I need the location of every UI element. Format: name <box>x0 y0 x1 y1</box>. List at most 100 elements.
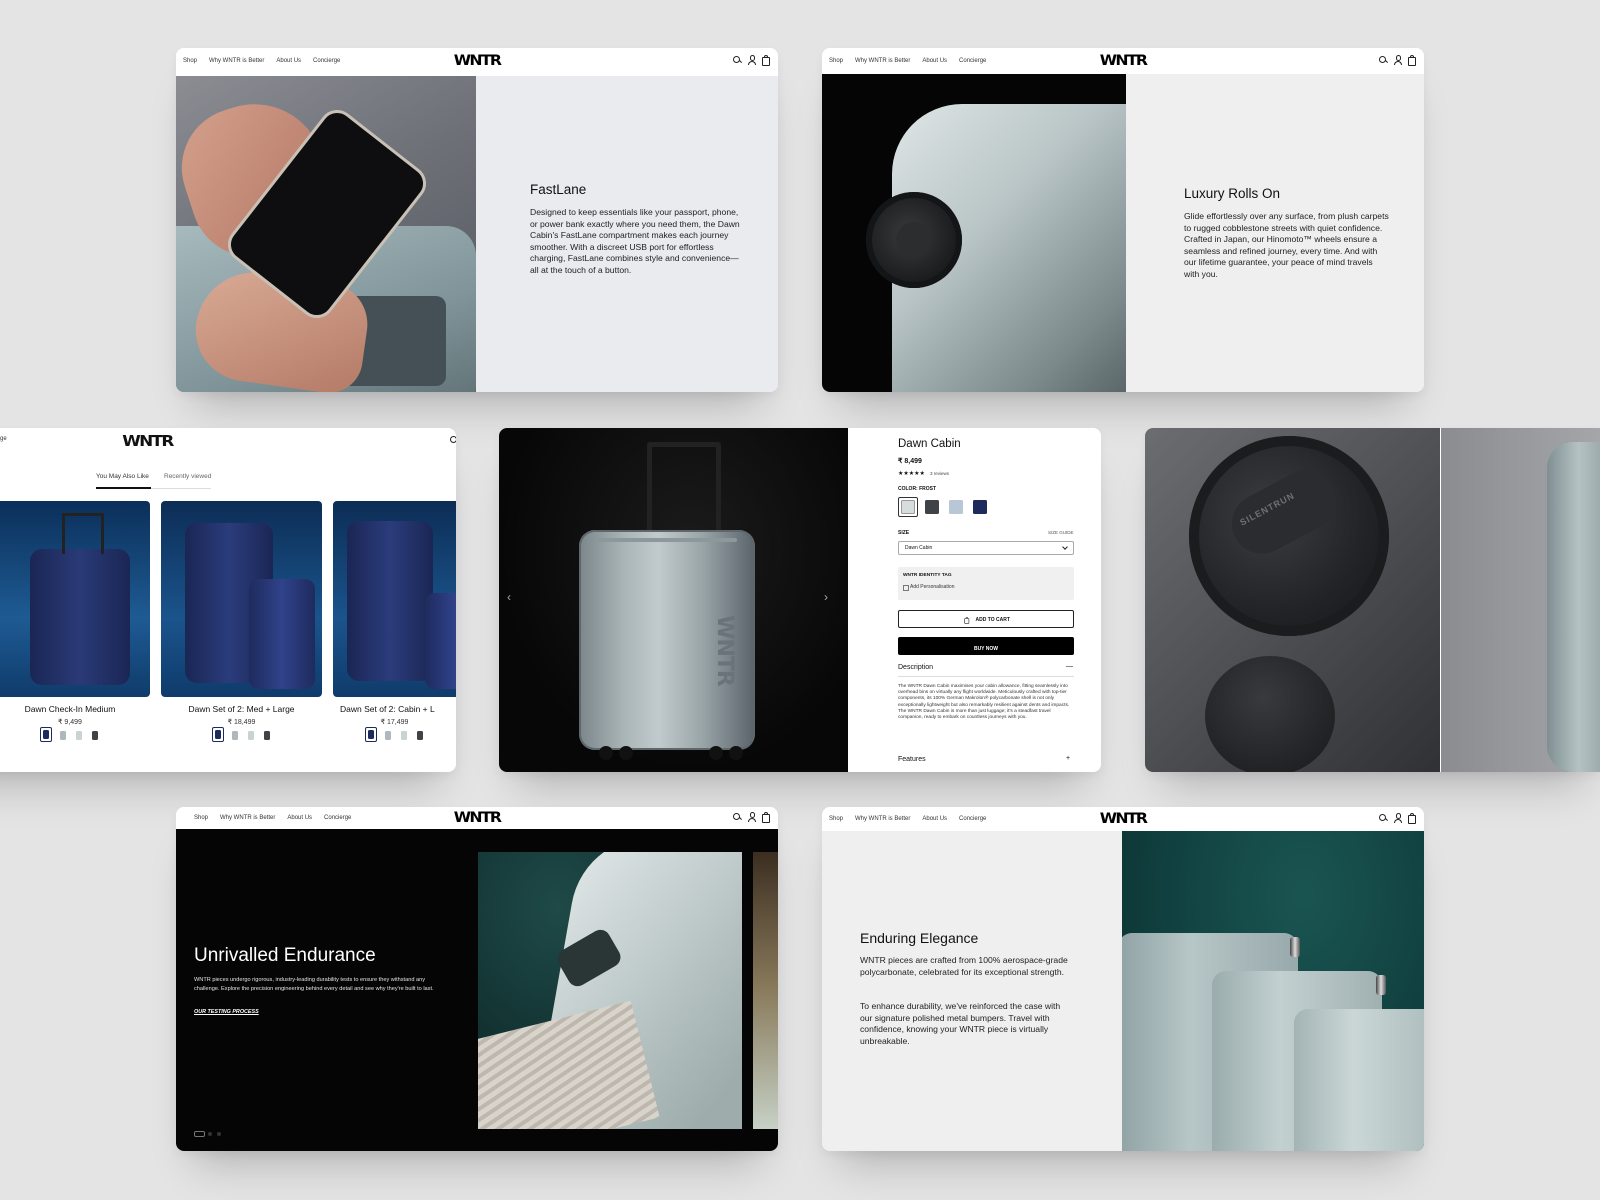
wntr-logo[interactable]: WNTR <box>1100 53 1148 69</box>
swatch-grey[interactable] <box>230 729 240 742</box>
nav-why-wntr[interactable]: Why WNTR is Better <box>220 815 275 821</box>
wntr-logo[interactable]: WNTR <box>454 810 502 826</box>
nav-concierge[interactable]: Concierge <box>313 58 340 64</box>
features-expand-icon[interactable]: + <box>1066 755 1070 762</box>
product-name[interactable]: Dawn Set of 2: Cabin + L <box>340 704 456 714</box>
swatch-grey[interactable] <box>383 729 393 742</box>
nav-shop[interactable]: Shop <box>829 58 843 64</box>
color-swatches[interactable] <box>333 727 456 747</box>
swatch-frost[interactable] <box>74 729 84 742</box>
slide-indicator[interactable] <box>208 1132 212 1136</box>
add-to-cart-button[interactable]: ADD TO CART <box>898 610 1074 628</box>
wntr-logo[interactable]: WNTR <box>122 432 174 450</box>
swatch-graphite[interactable] <box>922 497 942 517</box>
fastlane-title: FastLane <box>530 182 587 197</box>
slide-indicator-active[interactable] <box>194 1131 205 1137</box>
features-toggle[interactable]: Features <box>898 756 926 763</box>
nav-shop[interactable]: Shop <box>183 58 197 64</box>
swatch-navy[interactable] <box>211 727 224 742</box>
size-select[interactable]: Dawn Cabin <box>898 541 1074 555</box>
product-tile[interactable] <box>333 501 456 697</box>
nav-about[interactable]: About Us <box>922 816 947 822</box>
top-nav: Shop Why WNTR is Better About Us Concier… <box>176 807 778 829</box>
search-icon[interactable] <box>733 812 742 822</box>
nav-about[interactable]: About Us <box>276 58 301 64</box>
nav-concierge[interactable]: Concierge <box>959 816 986 822</box>
search-icon[interactable] <box>733 55 742 65</box>
product-tile[interactable] <box>0 501 150 697</box>
wntr-logo[interactable]: WNTR <box>1100 811 1148 827</box>
luxury-card: Shop Why WNTR is Better About Us Concier… <box>822 48 1424 392</box>
product-name[interactable]: Dawn Check-In Medium <box>0 704 150 714</box>
swatch-frost[interactable] <box>898 497 918 517</box>
product-name: Dawn Cabin <box>898 438 961 450</box>
search-icon[interactable] <box>450 435 456 445</box>
swatch-graphite[interactable] <box>415 729 425 742</box>
account-icon[interactable] <box>747 812 756 822</box>
description-toggle[interactable]: Description <box>898 664 933 671</box>
cart-icon[interactable] <box>761 812 770 823</box>
buy-now-button[interactable]: BUY NOW <box>898 637 1074 655</box>
review-count[interactable]: 3 reviews <box>930 471 949 476</box>
cart-icon[interactable] <box>1407 813 1416 824</box>
cart-icon[interactable] <box>1407 55 1416 66</box>
nav-shop[interactable]: Shop <box>829 816 843 822</box>
wheel-rear <box>1205 656 1335 772</box>
description-collapse-icon[interactable]: — <box>1066 663 1073 670</box>
drop-test-photo <box>478 852 742 1129</box>
swatch-navy[interactable] <box>40 727 52 742</box>
metal-bumper <box>1376 975 1386 995</box>
nav-concierge[interactable]: Concierge <box>324 815 351 821</box>
account-icon[interactable] <box>747 55 756 65</box>
luxury-text-panel: Luxury Rolls On Glide effortlessly over … <box>1126 74 1424 392</box>
product-tile[interactable] <box>161 501 322 697</box>
product-detail-card: WNTR ‹ › Dawn Cabin ₹ 8,499 ★★★★★ 3 revi… <box>499 428 1101 772</box>
nav-why-wntr[interactable]: Why WNTR is Better <box>855 816 910 822</box>
testing-process-link[interactable]: OUR TESTING PROCESS <box>194 1009 259 1015</box>
color-swatches[interactable] <box>0 727 150 747</box>
swatch-frost[interactable] <box>399 729 409 742</box>
swatch-grey[interactable] <box>58 729 68 742</box>
account-icon[interactable] <box>1393 813 1402 823</box>
rating-stars[interactable]: ★★★★★ <box>898 470 925 477</box>
product-name[interactable]: Dawn Set of 2: Med + Large <box>161 704 322 714</box>
nav-about[interactable]: About Us <box>922 58 947 64</box>
color-swatches[interactable] <box>161 727 322 747</box>
product-price: ₹ 9,499 <box>58 719 82 726</box>
gallery-next-button[interactable]: › <box>824 590 828 604</box>
nav-concierge[interactable]: Concierge <box>959 58 986 64</box>
add-to-cart-label: ADD TO CART <box>975 616 1010 623</box>
swatch-sky[interactable] <box>946 497 966 517</box>
metal-bumper <box>1290 937 1300 957</box>
elegance-paragraph-1: WNTR pieces are crafted from 100% aerosp… <box>860 955 1068 977</box>
nav-why-wntr[interactable]: Why WNTR is Better <box>209 58 264 64</box>
rec-tab-recently-viewed[interactable]: Recently viewed <box>164 473 211 480</box>
swatch-navy[interactable] <box>364 727 377 742</box>
personalisation-checkbox[interactable] <box>903 585 909 591</box>
fastlane-photo <box>176 76 476 392</box>
account-icon[interactable] <box>1393 55 1402 65</box>
endurance-card: Shop Why WNTR is Better About Us Concier… <box>176 807 778 1151</box>
elegance-paragraph-2: To enhance durability, we've reinforced … <box>860 1001 1061 1046</box>
size-guide-link[interactable]: SIZE GUIDE <box>1048 530 1074 535</box>
slide-indicator[interactable] <box>217 1132 221 1136</box>
gallery-prev-button[interactable]: ‹ <box>507 590 511 604</box>
nav-why-wntr[interactable]: Why WNTR is Better <box>855 58 910 64</box>
suitcase-handle <box>62 513 104 554</box>
swatch-navy[interactable] <box>970 497 990 517</box>
nav-about[interactable]: About Us <box>287 815 312 821</box>
rec-tab-underline <box>96 487 151 489</box>
swatch-graphite[interactable] <box>90 729 100 742</box>
swatch-frost[interactable] <box>246 729 256 742</box>
search-icon[interactable] <box>1379 813 1388 823</box>
search-icon[interactable] <box>1379 55 1388 65</box>
nav-fragment[interactable]: ge <box>0 436 7 442</box>
product-price: ₹ 17,499 <box>380 719 409 726</box>
wntr-logo[interactable]: WNTR <box>454 53 502 69</box>
suitcase-navy <box>30 549 130 685</box>
nav-shop[interactable]: Shop <box>194 815 208 821</box>
rec-tab-also-like[interactable]: You May Also Like <box>96 473 149 480</box>
cart-icon[interactable] <box>761 55 770 66</box>
suitcase-navy-cabin <box>425 593 456 689</box>
swatch-graphite[interactable] <box>262 729 272 742</box>
